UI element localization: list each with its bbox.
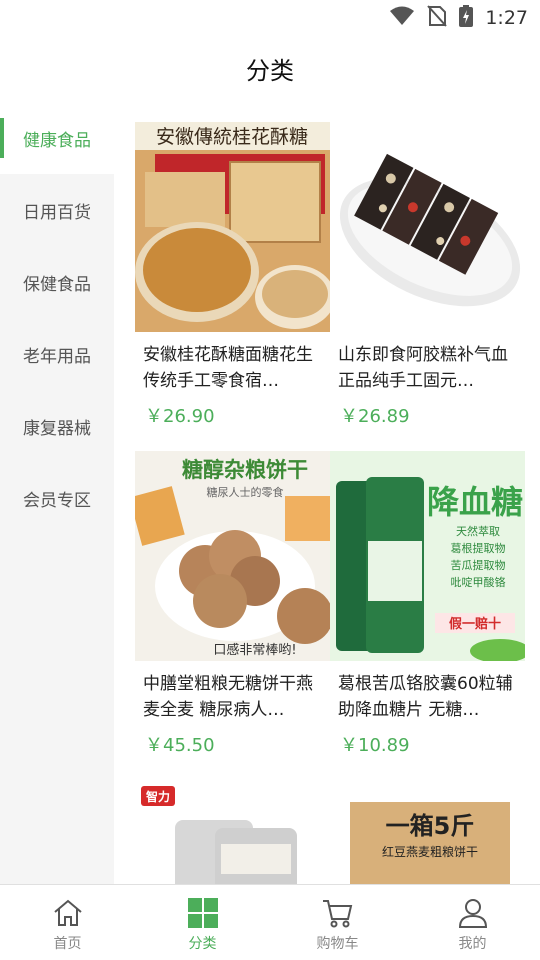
product-card[interactable]: 山东即食阿胶糕补气血正品纯手工固元… ￥26.89: [330, 122, 525, 428]
profile-icon: [456, 896, 490, 930]
product-image[interactable]: 糖醇杂粮饼干 糖尿人士的零食 口感非常棒哟!: [135, 451, 330, 661]
product-price: ￥26.90: [145, 406, 215, 427]
nav-label: 分类: [188, 936, 217, 952]
product-card[interactable]: 糖醇杂粮饼干 糖尿人士的零食 口感非常棒哟! 中膳堂粗粮无糖饼干燕麦全麦 糖尿病…: [135, 451, 330, 757]
product-image-footer: 口感非常棒哟!: [213, 642, 296, 658]
nav-label: 购物车: [316, 936, 359, 952]
wifi-icon: [389, 6, 415, 30]
bottom-nav: 首页 分类 购物车 我的: [0, 884, 540, 960]
sidebar-item-member-zone[interactable]: 会员专区: [0, 462, 114, 534]
status-time: 1:27: [485, 7, 528, 29]
nav-label: 我的: [458, 936, 487, 952]
sidebar-item-label: 日用百货: [23, 202, 91, 223]
product-image[interactable]: 安徽傳統桂花酥糖: [135, 122, 330, 332]
product-image-text: 智力: [145, 789, 170, 804]
sidebar-item-health-supplements[interactable]: 保健食品: [0, 246, 114, 318]
header: 分类: [0, 36, 540, 100]
product-card[interactable]: 智力: [135, 780, 330, 884]
category-grid-icon: [186, 896, 220, 930]
product-image-line: 天然萃取: [456, 524, 500, 538]
sidebar-item-health-food[interactable]: 健康食品: [0, 102, 114, 174]
sidebar-item-elderly-products[interactable]: 老年用品: [0, 318, 114, 390]
product-image-line: 苦瓜提取物: [451, 558, 506, 572]
nav-home[interactable]: 首页: [0, 885, 135, 960]
product-image-line: 葛根提取物: [451, 541, 506, 555]
product-image[interactable]: 一箱5斤 红豆燕麦粗粮饼干: [330, 780, 525, 884]
cart-icon: [321, 896, 355, 930]
product-image-line: 吡啶甲酸铬: [451, 575, 506, 589]
sidebar-item-label: 保健食品: [23, 274, 91, 295]
no-sim-icon: [427, 5, 448, 31]
product-image-text: 糖醇杂粮饼干: [182, 458, 308, 482]
product-image[interactable]: 智力: [135, 780, 330, 884]
sidebar-item-label: 健康食品: [23, 130, 91, 151]
product-name[interactable]: 葛根苦瓜铬胶囊60粒辅助降血糖片 无糖…: [330, 671, 525, 723]
product-name[interactable]: 安徽桂花酥糖面糖花生传统手工零食宿…: [135, 342, 330, 394]
battery-charging-icon: [459, 5, 474, 31]
product-grid: 安徽傳統桂花酥糖 安徽桂花酥糖面糖花生传统手工零食宿… ￥26.90 山东即食阿…: [135, 122, 525, 884]
nav-cart[interactable]: 购物车: [270, 885, 405, 960]
product-name[interactable]: 中膳堂粗粮无糖饼干燕麦全麦 糖尿病人…: [135, 671, 330, 723]
product-image-text: 安徽傳統桂花酥糖: [156, 126, 308, 148]
sidebar-item-daily-goods[interactable]: 日用百货: [0, 174, 114, 246]
sidebar-item-label: 老年用品: [23, 346, 91, 367]
product-card[interactable]: 安徽傳統桂花酥糖 安徽桂花酥糖面糖花生传统手工零食宿… ￥26.90: [135, 122, 330, 428]
product-image-badge: 假一赔十: [449, 616, 501, 632]
product-price: ￥45.50: [145, 735, 215, 756]
nav-category[interactable]: 分类: [135, 885, 270, 960]
product-image[interactable]: [330, 122, 525, 332]
product-image-subtext: 糖尿人士的零食: [207, 485, 284, 499]
product-image-text: 一箱5斤: [386, 812, 475, 840]
sidebar-item-label: 康复器械: [23, 418, 91, 439]
sidebar-item-label: 会员专区: [23, 490, 91, 511]
home-icon: [51, 896, 85, 930]
nav-profile[interactable]: 我的: [405, 885, 540, 960]
product-image-text: 降血糖: [427, 483, 523, 521]
product-image-subtext: 红豆燕麦粗粮饼干: [382, 844, 478, 859]
product-name[interactable]: 山东即食阿胶糕补气血正品纯手工固元…: [330, 342, 525, 394]
product-price: ￥10.89: [340, 735, 410, 756]
product-price: ￥26.89: [340, 406, 410, 427]
status-icons: 1:27: [389, 5, 528, 31]
product-image[interactable]: 降血糖 天然萃取 葛根提取物 苦瓜提取物 吡啶甲酸铬 假一赔十: [330, 451, 525, 661]
product-card[interactable]: 降血糖 天然萃取 葛根提取物 苦瓜提取物 吡啶甲酸铬 假一赔十 葛根苦瓜铬胶囊6…: [330, 451, 525, 757]
status-bar: 1:27: [0, 0, 540, 36]
nav-label: 首页: [53, 936, 82, 952]
sidebar-item-rehab-equipment[interactable]: 康复器械: [0, 390, 114, 462]
page-title: 分类: [246, 56, 294, 85]
category-sidebar: 健康食品 日用百货 保健食品 老年用品 康复器械 会员专区: [0, 102, 114, 884]
product-card[interactable]: 一箱5斤 红豆燕麦粗粮饼干: [330, 780, 525, 884]
